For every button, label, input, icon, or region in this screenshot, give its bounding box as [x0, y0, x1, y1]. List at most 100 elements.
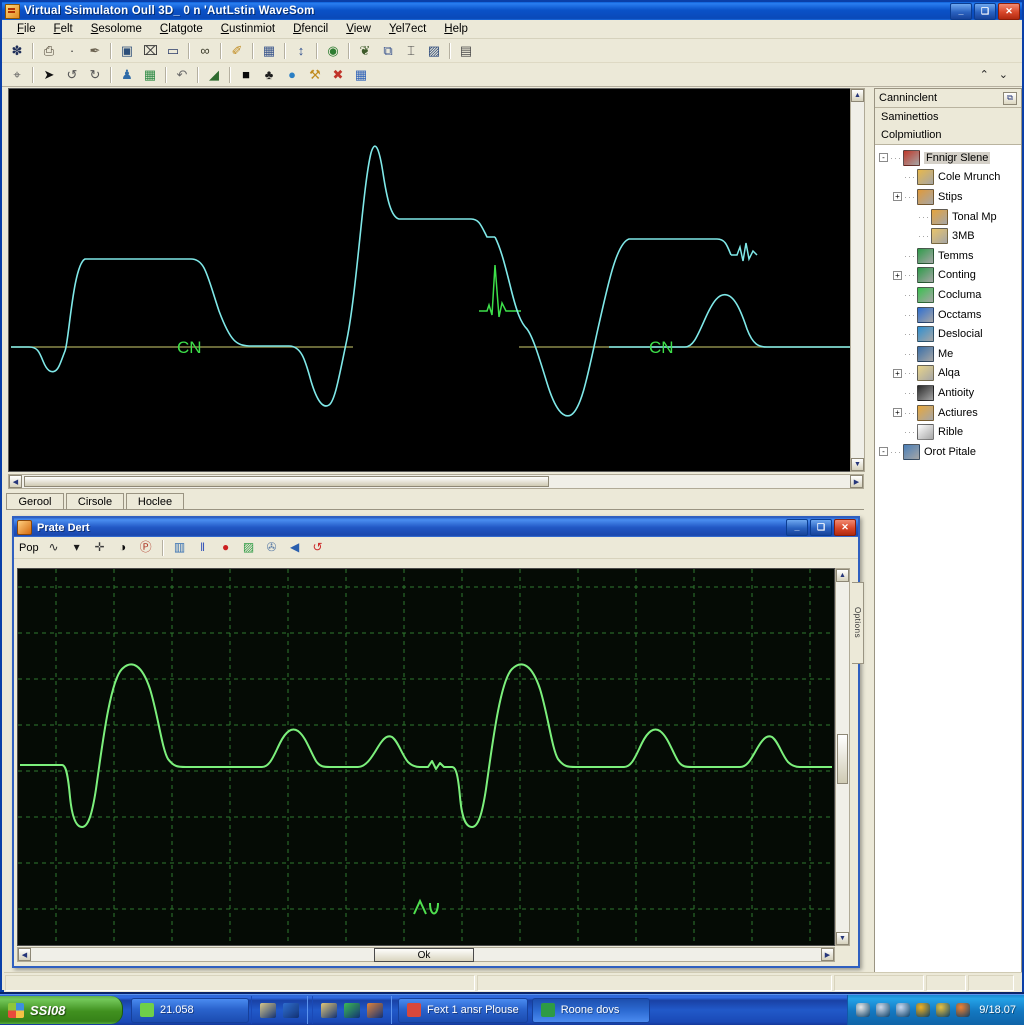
expand-icon[interactable]: +: [893, 368, 902, 378]
pen-button[interactable]: ✒: [84, 40, 106, 62]
tree-item-3[interactable]: ··· Tonal Mp: [879, 207, 1021, 227]
tab-hoclee[interactable]: Hoclee: [126, 493, 184, 510]
tree-item-12[interactable]: ··· Antioity: [879, 383, 1021, 403]
menu-item-1[interactable]: Felt: [45, 21, 82, 37]
ie-icon[interactable]: [283, 1002, 299, 1018]
scroll-thumb[interactable]: [24, 476, 549, 487]
minimize-button[interactable]: _: [950, 2, 972, 20]
menu-item-3[interactable]: Clatgote: [151, 21, 212, 37]
calculator-button[interactable]: ▨: [239, 538, 259, 558]
detail-scroll-right-arrow[interactable]: ▶: [821, 948, 834, 961]
tree-button[interactable]: ♣: [258, 64, 280, 86]
expand-icon[interactable]: +: [893, 270, 902, 280]
tree-item-11[interactable]: + ··· Alqa: [879, 364, 1021, 384]
flag-button[interactable]: ◢: [203, 64, 225, 86]
wrench-button[interactable]: ⚒: [304, 64, 326, 86]
undo-button[interactable]: ↶: [171, 64, 193, 86]
tree-item-0[interactable]: - ··· Fnnigr Slene: [879, 148, 1021, 168]
rotate-left-button[interactable]: ↺: [61, 64, 83, 86]
tree-item-5[interactable]: ··· Temms: [879, 246, 1021, 266]
tree-item-6[interactable]: + ··· Conting: [879, 266, 1021, 286]
main-vertical-scrollbar[interactable]: ▲ ▼: [850, 88, 865, 472]
invert-button[interactable]: ◑: [113, 538, 133, 558]
child-minimize-button[interactable]: _: [786, 519, 808, 536]
refresh-button[interactable]: ↺: [308, 538, 328, 558]
scroll-up-arrow[interactable]: ▲: [851, 89, 864, 102]
wave-tool-button[interactable]: ∿: [44, 538, 64, 558]
menu-item-4[interactable]: Custinmiot: [212, 21, 284, 37]
child-maximize-button[interactable]: ❑: [810, 519, 832, 536]
expand-icon[interactable]: +: [893, 408, 902, 418]
paint-icon[interactable]: [367, 1002, 383, 1018]
node-button[interactable]: ❦: [354, 40, 376, 62]
shield-icon[interactable]: [896, 1003, 911, 1017]
side-options-tab[interactable]: Options: [852, 582, 864, 664]
update-icon[interactable]: [916, 1003, 931, 1017]
taskbar-button-2[interactable]: Roone dovs: [531, 997, 650, 1023]
chevron-up-icon[interactable]: ⌃: [980, 68, 989, 81]
close-button[interactable]: ✕: [998, 2, 1020, 20]
menu-item-5[interactable]: Dfencil: [284, 21, 337, 37]
share-button[interactable]: ✇: [262, 538, 282, 558]
volume-icon[interactable]: [856, 1003, 871, 1017]
ok-button[interactable]: Ok: [374, 948, 474, 962]
main-scope-canvas[interactable]: CN CN: [8, 88, 864, 472]
network-icon[interactable]: [876, 1003, 891, 1017]
child-close-button[interactable]: ✕: [834, 519, 856, 536]
menu-item-6[interactable]: View: [337, 21, 380, 37]
calc-button[interactable]: ▤: [455, 40, 477, 62]
chrome-icon[interactable]: [344, 1002, 360, 1018]
detail-scroll-down-arrow[interactable]: ▼: [836, 932, 849, 945]
menu-item-0[interactable]: File: [8, 21, 45, 37]
arrow-button[interactable]: ➤: [38, 64, 60, 86]
spreadsheet-button[interactable]: ▦: [139, 64, 161, 86]
folder-icon[interactable]: [321, 1002, 337, 1018]
loop-button[interactable]: Ⓟ: [136, 538, 156, 558]
menu-item-8[interactable]: Help: [435, 21, 477, 37]
report-button[interactable]: ▥: [170, 538, 190, 558]
explorer-icon[interactable]: [260, 1002, 276, 1018]
expand-icon[interactable]: +: [893, 192, 902, 202]
tree-item-1[interactable]: ··· Cole Mrunch: [879, 168, 1021, 188]
crop-button[interactable]: ⌧: [139, 40, 161, 62]
tab-gerool[interactable]: Gerool: [6, 493, 64, 510]
volume-button[interactable]: ◀: [285, 538, 305, 558]
tree-item-14[interactable]: ··· Rible: [879, 422, 1021, 442]
detail-scroll-thumb[interactable]: [837, 734, 848, 784]
bars-button[interactable]: ‖: [193, 538, 213, 558]
main-horizontal-scrollbar[interactable]: ◀ ▶: [8, 474, 864, 489]
window-button[interactable]: ▨: [423, 40, 445, 62]
tree-item-2[interactable]: + ··· Stips: [879, 187, 1021, 207]
taskbar-button-0[interactable]: 21.058: [131, 997, 249, 1023]
tree-item-10[interactable]: ··· Me: [879, 344, 1021, 364]
detail-scroll-up-arrow[interactable]: ▲: [836, 569, 849, 582]
scroll-left-arrow[interactable]: ◀: [9, 475, 22, 488]
tree-item-9[interactable]: ··· Deslocial: [879, 324, 1021, 344]
image-frame-button[interactable]: ▣: [116, 40, 138, 62]
detail-vertical-scrollbar[interactable]: ▲ ▼: [835, 568, 850, 946]
detail-scroll-left-arrow[interactable]: ◀: [18, 948, 31, 961]
menu-item-2[interactable]: Sesolome: [82, 21, 151, 37]
blue-grid-button[interactable]: ▦: [350, 64, 372, 86]
detail-plot-canvas[interactable]: [17, 568, 835, 946]
dropdown-button[interactable]: ▾: [67, 538, 87, 558]
tab-cirsole[interactable]: Cirsole: [66, 493, 124, 510]
menu-item-7[interactable]: Yel7ect: [380, 21, 435, 37]
maximize-button[interactable]: ❑: [974, 2, 996, 20]
brush-button[interactable]: ✐: [226, 40, 248, 62]
tree-item-7[interactable]: ··· Cocluma: [879, 285, 1021, 305]
glasses-button[interactable]: ∞: [194, 40, 216, 62]
collapse-icon[interactable]: -: [879, 447, 888, 457]
select-button[interactable]: ⌖: [6, 64, 28, 86]
globe-button[interactable]: ◉: [322, 40, 344, 62]
measure-button[interactable]: ↕: [290, 40, 312, 62]
tree-item-4[interactable]: ··· 3MB: [879, 226, 1021, 246]
ruler-button[interactable]: ⌶: [400, 40, 422, 62]
collapse-icon[interactable]: -: [879, 153, 888, 163]
scroll-right-arrow[interactable]: ▶: [850, 475, 863, 488]
taskbar-clock[interactable]: 9/18.07: [979, 1004, 1016, 1016]
delete-button[interactable]: ✖: [327, 64, 349, 86]
antivirus-icon[interactable]: [936, 1003, 951, 1017]
print-button[interactable]: ⎙: [38, 40, 60, 62]
dot-button[interactable]: ·: [61, 40, 83, 62]
